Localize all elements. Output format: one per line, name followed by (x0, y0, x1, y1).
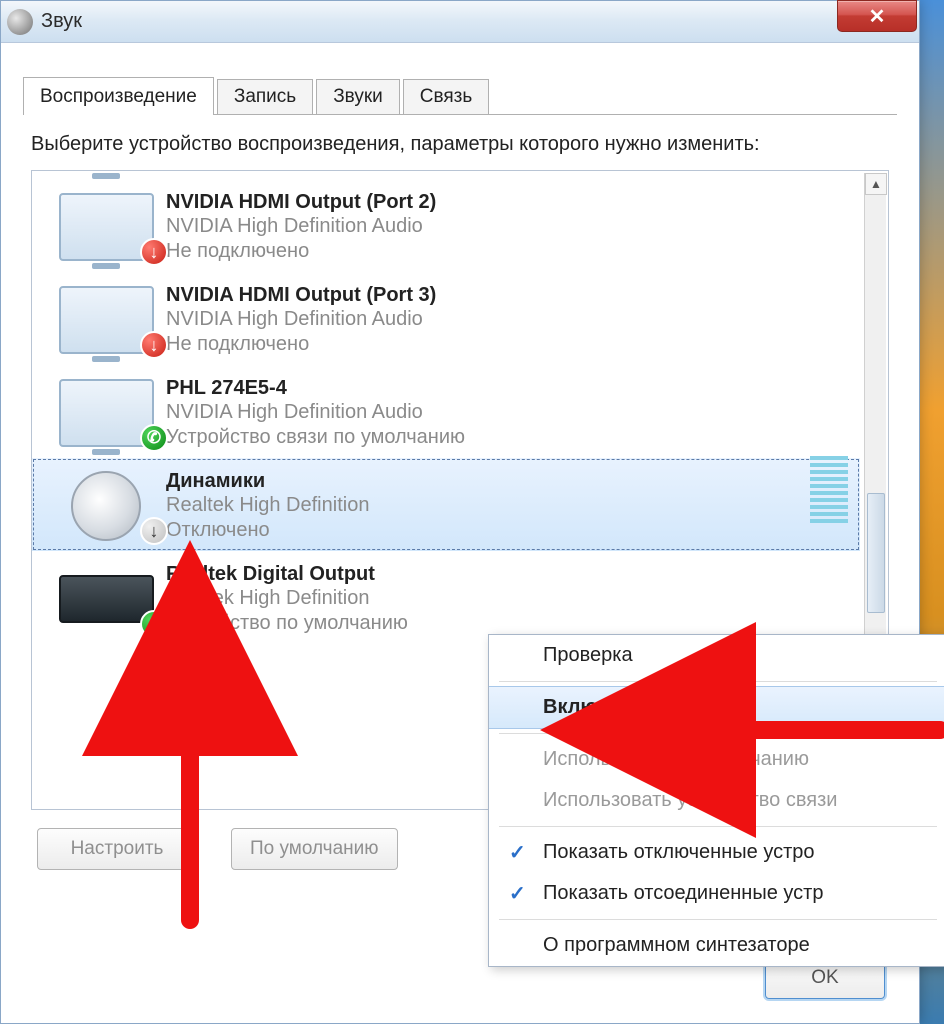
menu-separator (499, 733, 937, 734)
device-row[interactable]: NVIDIA HDMI Output (Port 3) NVIDIA High … (32, 272, 860, 365)
speaker-icon (71, 471, 141, 541)
device-row[interactable]: Realtek Digital Output Realtek High Defi… (32, 551, 860, 644)
default-badge-icon (140, 610, 168, 638)
device-status: Не подключено (166, 332, 850, 357)
menu-separator (499, 919, 937, 920)
close-button[interactable]: ✕ (837, 0, 917, 32)
device-name: NVIDIA HDMI Output (Port 2) (166, 191, 850, 214)
device-driver: Realtek High Definition (166, 586, 850, 611)
tab-sounds[interactable]: Звуки (316, 79, 400, 114)
device-name: Realtek Digital Output (166, 563, 850, 586)
menu-separator (499, 826, 937, 827)
configure-button[interactable]: Настроить (37, 828, 197, 870)
tab-strip: Воспроизведение Запись Звуки Связь (23, 79, 897, 115)
device-row[interactable] (32, 170, 860, 179)
scroll-up-button[interactable]: ▲ (865, 173, 887, 195)
monitor-icon (59, 170, 154, 171)
menu-set-default: Использовать по умолчанию (489, 739, 944, 780)
menu-about-synth[interactable]: О программном синтезаторе (489, 925, 944, 966)
device-driver: Realtek High Definition (166, 493, 850, 518)
device-row[interactable]: NVIDIA HDMI Output (Port 2) NVIDIA High … (32, 179, 860, 272)
comm-default-badge-icon (140, 424, 168, 452)
window-title: Звук (41, 10, 82, 33)
tab-communications[interactable]: Связь (403, 79, 490, 114)
device-name: PHL 274E5-4 (166, 377, 850, 400)
scroll-thumb[interactable] (867, 493, 885, 613)
close-icon: ✕ (869, 4, 886, 29)
tab-recording[interactable]: Запись (217, 79, 313, 114)
menu-separator (499, 681, 937, 682)
disabled-badge-icon (140, 517, 168, 545)
instruction-text: Выберите устройство воспроизведения, пар… (31, 131, 889, 158)
device-status: Не подключено (166, 239, 850, 264)
tab-playback[interactable]: Воспроизведение (23, 77, 214, 115)
device-driver: NVIDIA High Definition Audio (166, 400, 850, 425)
device-driver: NVIDIA High Definition Audio (166, 214, 850, 239)
menu-set-comm: Использовать устройство связи (489, 780, 944, 821)
device-name: Динамики (166, 470, 850, 493)
menu-enable[interactable]: Включить (488, 686, 944, 729)
device-row[interactable]: PHL 274E5-4 NVIDIA High Definition Audio… (32, 365, 860, 458)
disconnected-badge-icon (140, 238, 168, 266)
device-status: Устройство связи по умолчанию (166, 425, 850, 450)
receiver-icon (59, 575, 154, 623)
menu-show-disabled[interactable]: Показать отключенные устро (489, 832, 944, 873)
device-row-selected[interactable]: Динамики Realtek High Definition Отключе… (32, 458, 860, 551)
menu-test[interactable]: Проверка (489, 635, 944, 676)
device-status: Отключено (166, 518, 850, 543)
device-driver: NVIDIA High Definition Audio (166, 307, 850, 332)
sound-icon (7, 9, 33, 35)
titlebar[interactable]: Звук ✕ (1, 1, 919, 43)
disconnected-badge-icon (140, 331, 168, 359)
device-context-menu: Проверка Включить Использовать по умолча… (488, 634, 944, 967)
level-meter (810, 453, 848, 523)
device-name: NVIDIA HDMI Output (Port 3) (166, 284, 850, 307)
set-default-button[interactable]: По умолчанию (231, 828, 398, 870)
menu-show-disconnected[interactable]: Показать отсоединенные устр (489, 873, 944, 914)
device-status: Устройство по умолчанию (166, 611, 850, 636)
